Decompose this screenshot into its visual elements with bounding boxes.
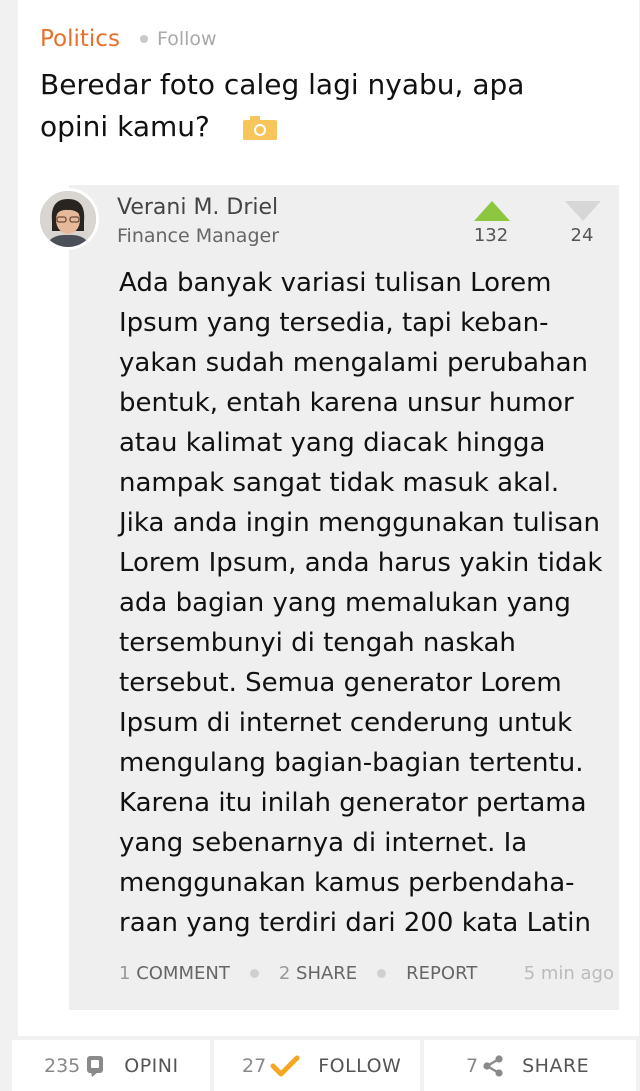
comment-count: 1: [119, 963, 131, 984]
separator-dot: [139, 35, 148, 43]
post-time: 5 min ago: [523, 963, 614, 984]
checkmark-icon: [270, 1055, 300, 1077]
post-card: Politics Follow Beredar foto caleg lagi …: [18, 0, 639, 1036]
downvote-count: 24: [570, 225, 594, 246]
topic-row: Politics Follow: [40, 26, 217, 52]
post-title[interactable]: Beredar foto caleg lagi nyabu, apa opini…: [40, 64, 600, 148]
follow-count: 27: [242, 1054, 267, 1077]
author-role: Finance Manager: [117, 225, 280, 247]
separator-dot: [249, 969, 259, 978]
author-name[interactable]: Verani M. Driel: [117, 195, 278, 220]
report-link[interactable]: REPORT: [406, 963, 477, 984]
answer-meta-row: 1 COMMENT 2 SHARE REPORT 5 min ago: [119, 963, 614, 984]
downvote-arrow-icon[interactable]: [565, 201, 601, 225]
comment-link[interactable]: 1 COMMENT: [119, 963, 230, 984]
comment-box-icon: [86, 1055, 104, 1077]
separator-dot: [377, 969, 387, 978]
share-count: 2: [278, 963, 291, 984]
share-count: 7: [466, 1054, 479, 1077]
opini-count: 235: [44, 1054, 81, 1077]
answer-body: Ada banyak variasi tulisan Lorem Ipsum y…: [119, 268, 603, 938]
follow-label: FOLLOW: [318, 1054, 402, 1077]
answer-card: Verani M. Driel Finance Manager 132 24 A…: [69, 185, 619, 1010]
opini-button[interactable]: 235 OPINI: [12, 1040, 210, 1091]
topic-link[interactable]: Politics: [40, 26, 120, 52]
share-label: SHARE: [522, 1054, 590, 1077]
share-link[interactable]: 2 SHARE: [279, 963, 357, 984]
share-label: SHARE: [296, 963, 358, 984]
share-button[interactable]: 7 SHARE: [424, 1040, 636, 1091]
comment-label: COMMENT: [136, 963, 230, 984]
opini-label: OPINI: [124, 1054, 179, 1077]
post-title-text: Beredar foto caleg lagi nyabu, apa opini…: [40, 68, 525, 143]
share-icon: [482, 1054, 504, 1077]
upvote-arrow-icon[interactable]: [474, 201, 510, 225]
camera-icon: [242, 115, 278, 145]
upvote-count: 132: [473, 225, 509, 246]
avatar[interactable]: [37, 188, 99, 250]
follow-button[interactable]: 27 FOLLOW: [214, 1040, 420, 1091]
bottom-action-bar: 235 OPINI 27 FOLLOW 7 SHARE: [12, 1040, 640, 1091]
follow-topic-link[interactable]: Follow: [157, 28, 217, 50]
